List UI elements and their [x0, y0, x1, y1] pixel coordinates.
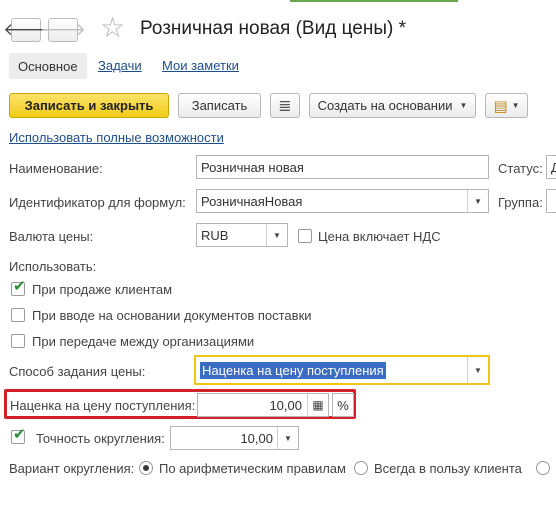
top-accent-line [0, 0, 556, 3]
page-title: Розничная новая (Вид цены) * [140, 18, 406, 39]
accent-segment [290, 0, 458, 2]
favorite-star-icon[interactable]: ☆ [100, 14, 125, 42]
back-button[interactable]: 🡐 [3, 18, 49, 42]
chevron-down-icon[interactable]: ▼ [467, 190, 488, 212]
chevron-down-icon[interactable]: ▼ [266, 224, 287, 246]
rounding-field[interactable]: 10,00 ▼ [170, 426, 299, 450]
percent-unit: % [332, 393, 354, 417]
list-icon: ≣ [278, 97, 292, 115]
use-transfer-label: При передаче между организациями [32, 334, 255, 349]
formula-id-field[interactable]: РозничнаяНовая ▼ [196, 189, 489, 213]
rounding-label: Точность округления: [36, 431, 165, 446]
arrow-right-icon: 🡒 [40, 20, 86, 39]
chevron-down-icon: ▼ [459, 101, 468, 110]
variant-label: Вариант округления: [9, 461, 135, 476]
use-sales-checkbox[interactable]: ✔ [11, 278, 26, 296]
use-supply-label: При вводе на основании документов постав… [32, 308, 312, 323]
list-view-button[interactable]: ≣ [270, 93, 300, 118]
name-label: Наименование: [9, 161, 103, 176]
markup-label: Наценка на цену поступления: [10, 398, 196, 413]
status-label: Статус: [498, 161, 543, 176]
variant-third-radio[interactable] [536, 461, 550, 475]
percent-sign: % [337, 397, 349, 413]
price-method-select[interactable]: Наценка на цену поступления ▼ [194, 355, 490, 385]
formula-id-label: Идентификатор для формул: [9, 195, 186, 210]
variant-arithmetic-label: По арифметическим правилам [159, 461, 346, 476]
status-field[interactable]: Д [546, 155, 556, 179]
rounding-checkbox[interactable]: ✔ [11, 426, 26, 444]
report-icon: ▤ [493, 97, 508, 115]
save-button[interactable]: Записать [178, 93, 261, 118]
name-field[interactable]: Розничная новая [196, 155, 489, 179]
forward-button[interactable]: 🡒 [40, 18, 86, 42]
chevron-down-icon[interactable]: ▼ [467, 357, 488, 383]
checkmark-icon: ✔ [13, 426, 26, 443]
vat-checkbox[interactable] [298, 229, 312, 243]
vat-label: Цена включает НДС [318, 229, 441, 244]
chevron-down-icon: ▼ [511, 101, 520, 110]
save-and-close-button[interactable]: Записать и закрыть [9, 93, 169, 118]
status-value: Д [551, 160, 556, 175]
use-label: Использовать: [9, 259, 97, 274]
currency-value: RUB [201, 227, 229, 243]
use-transfer-checkbox[interactable] [11, 334, 25, 348]
calculator-icon[interactable]: ▦ [307, 394, 328, 416]
price-method-value: Наценка на цену поступления [200, 361, 386, 379]
variant-client-label: Всегда в пользу клиента [374, 461, 522, 476]
currency-field[interactable]: RUB ▼ [196, 223, 288, 247]
formula-id-value: РозничнаяНовая [201, 193, 303, 209]
tab-notes[interactable]: Мои заметки [162, 58, 239, 73]
variant-client-radio[interactable] [354, 461, 368, 475]
full-features-link[interactable]: Использовать полные возможности [9, 130, 224, 145]
create-based-on-label: Создать на основании [317, 98, 453, 113]
rounding-value: 10,00 [240, 430, 273, 446]
currency-label: Валюта цены: [9, 229, 94, 244]
chevron-down-icon[interactable]: ▼ [277, 427, 298, 449]
name-value: Розничная новая [201, 159, 304, 175]
tab-main[interactable]: Основное [9, 53, 87, 79]
group-field[interactable] [546, 189, 556, 213]
tab-tasks[interactable]: Задачи [98, 58, 142, 73]
variant-arithmetic-radio[interactable] [139, 461, 153, 475]
create-based-on-button[interactable]: Создать на основании ▼ [309, 93, 476, 118]
use-supply-checkbox[interactable] [11, 308, 25, 322]
reports-button[interactable]: ▤ ▼ [485, 93, 528, 118]
markup-value: 10,00 [269, 397, 302, 413]
group-label: Группа: [498, 195, 543, 210]
markup-field[interactable]: 10,00 ▦ [197, 393, 329, 417]
checkmark-icon: ✔ [13, 278, 26, 295]
price-method-label: Способ задания цены: [9, 364, 146, 379]
use-sales-label: При продаже клиентам [32, 282, 173, 297]
